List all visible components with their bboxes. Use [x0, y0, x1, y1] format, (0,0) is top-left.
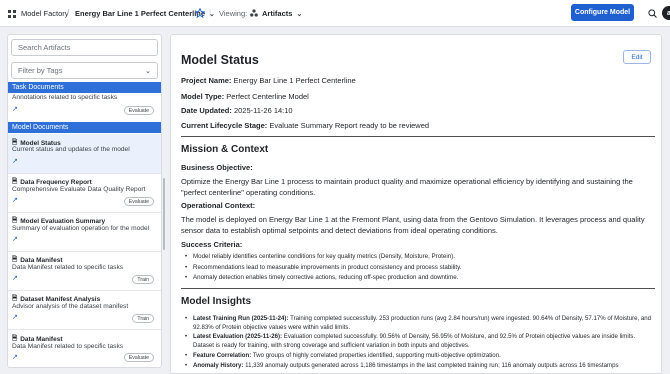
divider: [8, 290, 161, 291]
project-name-value: Energy Bar Line 1 Perfect Centerline: [233, 76, 356, 85]
document-panel: Model Status Edit Project Name: Energy B…: [170, 34, 662, 374]
divider: [8, 251, 161, 252]
item-description: Advisor analysis of the dataset manifest: [12, 303, 129, 310]
operational-context-text: The model is deployed on Energy Bar Line…: [181, 215, 645, 235]
date-updated-row: Date Updated: 2025-11-26 14:10: [181, 106, 293, 115]
sidebar-item-data-frequency-report[interactable]: 🗎 Data Frequency Report Comprehensive Eva…: [8, 177, 161, 212]
date-updated-value: 2025-11-26 14:10: [233, 106, 293, 115]
item-description: Data Manifest related to specific tasks: [12, 264, 124, 271]
lifecycle-label: Current Lifecycle Stage:: [181, 121, 268, 130]
list-item[interactable]: Annotations related to specific tasks ↗ …: [8, 94, 161, 116]
app-title: Model Factory: [21, 9, 69, 18]
insight-label: Latest Evaluation (2025-11-26):: [193, 333, 283, 341]
app-home-link[interactable]: Model Factory: [8, 0, 69, 27]
section-divider: [181, 288, 655, 289]
tag-badge: Evaluate: [123, 106, 154, 115]
breadcrumb-separator: /: [67, 8, 70, 17]
lifecycle-row: Current Lifecycle Stage: Evaluate Summar…: [181, 121, 429, 130]
item-title: Dataset Manifest Analysis: [20, 296, 101, 303]
section-model-documents[interactable]: Model Documents: [8, 122, 161, 133]
avatar[interactable]: a: [662, 6, 670, 20]
viewing-label: Viewing:: [219, 9, 248, 18]
search-artifacts-input[interactable]: Search Artifacts: [11, 39, 158, 56]
section-task-documents[interactable]: Task Documents: [8, 82, 161, 93]
edit-button[interactable]: Edit: [623, 50, 651, 64]
top-bar: Model Factory / Energy Bar Line 1 Perfec…: [0, 0, 670, 27]
business-objective-text: Optimize the Energy Bar Line 1 process t…: [181, 177, 633, 197]
item-title: Data Frequency Report: [20, 179, 92, 186]
list-item: Recommendations lead to measurable impro…: [185, 263, 651, 274]
model-name: Energy Bar Line 1 Perfect Centerline: [75, 9, 206, 18]
view-selector[interactable]: Artifacts ⌄: [250, 0, 302, 27]
success-criteria-heading: Success Criteria:: [181, 240, 243, 249]
filter-tags-placeholder: Filter by Tags: [18, 66, 63, 75]
mission-heading: Mission & Context: [181, 144, 269, 155]
header-divider: |: [209, 8, 212, 17]
tag-badge: Train: [132, 314, 154, 323]
sidebar-item-data-manifest[interactable]: 🗎 Data Manifest Data Manifest related to …: [8, 255, 161, 290]
external-link-icon[interactable]: ↗: [12, 105, 18, 113]
tag-badge: Evaluate: [123, 197, 154, 206]
insight-text: Two groups of highly correlated properti…: [251, 351, 501, 359]
list-item: Feature Correlation: Two groups of highl…: [185, 352, 653, 361]
view-value: Artifacts: [262, 9, 293, 18]
section-divider: [181, 136, 655, 137]
chevron-down-icon: ⌄: [296, 10, 303, 18]
business-objective-heading: Business Objective:: [181, 163, 253, 172]
sidebar-item-model-status[interactable]: 🗎 Model Status Current status and updates…: [8, 134, 161, 173]
sidebar-item-dataset-manifest-analysis[interactable]: 🗎 Dataset Manifest Analysis Advisor analy…: [8, 294, 161, 329]
date-updated-label: Date Updated:: [181, 106, 232, 115]
project-name-label: Project Name:: [181, 76, 232, 85]
grid-icon: [8, 9, 16, 18]
external-link-icon[interactable]: ↗: [12, 157, 18, 165]
item-title: Data Manifest: [20, 257, 63, 264]
insight-label: Anomaly History:: [193, 361, 244, 369]
item-description: Annotations related to specific tasks: [12, 94, 118, 101]
external-link-icon[interactable]: ↗: [12, 274, 18, 282]
insight-label: Feature Correlation:: [193, 351, 252, 359]
configure-model-button[interactable]: Configure Model: [571, 4, 634, 21]
item-title: Model Evaluation Summary: [20, 218, 106, 225]
tag-badge: Train: [132, 275, 154, 284]
external-link-icon[interactable]: ↗: [12, 196, 18, 204]
filter-tags-select[interactable]: Filter by Tags ⌄: [11, 62, 158, 79]
search-icon[interactable]: [646, 7, 658, 19]
insights-list: Latest Training Run (2025-11-24): Traini…: [185, 315, 653, 372]
page-title: Model Status: [181, 53, 259, 67]
sidebar-item-model-evaluation-summary[interactable]: 🗎 Model Evaluation Summary Summary of eva…: [8, 216, 161, 251]
success-criteria-list: Model reliably identifies centerline con…: [185, 252, 651, 284]
chevron-down-icon: ⌄: [145, 67, 151, 75]
tag-badge: Evaluate: [123, 353, 154, 362]
item-description: Comprehensive Evaluate Data Quality Repo…: [12, 186, 146, 193]
artifacts-sidebar: Search Artifacts Filter by Tags ⌄ Task D…: [7, 34, 162, 368]
divider: [8, 173, 161, 174]
list-item: Anomaly detection enables timely correct…: [185, 273, 651, 284]
list-item: Model reliably identifies centerline con…: [185, 252, 651, 263]
external-link-icon[interactable]: ↗: [12, 353, 18, 361]
model-type-label: Model Type:: [181, 92, 225, 101]
model-type-value: Perfect Centerline Model: [226, 92, 309, 101]
favorite-star-icon[interactable]: [194, 6, 206, 20]
model-insights-heading: Model Insights: [181, 296, 251, 307]
external-link-icon[interactable]: ↗: [12, 235, 18, 243]
list-item: Anomaly History: 11,339 anomaly outputs …: [185, 362, 653, 371]
item-title: Data Manifest: [20, 336, 63, 343]
sidebar-item-data-manifest[interactable]: 🗎 Data Manifest Data Manifest related to …: [8, 334, 161, 367]
item-description: Data Manifest related to specific tasks: [12, 343, 124, 350]
project-name-row: Project Name: Energy Bar Line 1 Perfect …: [181, 76, 356, 85]
lifecycle-value: Evaluate Summary Report ready to be revi…: [269, 121, 430, 130]
insight-label: Latest Training Run (2025-11-24):: [193, 315, 289, 322]
sidebar-scrollbar[interactable]: [163, 178, 165, 250]
list-item: Latest Training Run (2025-11-24): Traini…: [185, 315, 653, 332]
external-link-icon[interactable]: ↗: [12, 313, 18, 321]
divider: [8, 212, 161, 213]
item-description: Current status and updates of the model: [12, 146, 130, 153]
list-item: Latest Evaluation (2025-11-26): Evaluati…: [185, 333, 653, 350]
insight-text: 11,339 anomaly outputs generated across …: [243, 361, 619, 369]
model-type-row: Model Type: Perfect Centerline Model: [181, 92, 309, 101]
artifacts-icon: [250, 8, 258, 19]
operational-context-heading: Operational Context:: [181, 201, 256, 210]
divider: [8, 329, 161, 330]
item-description: Summary of evaluation operation for the …: [12, 225, 150, 232]
